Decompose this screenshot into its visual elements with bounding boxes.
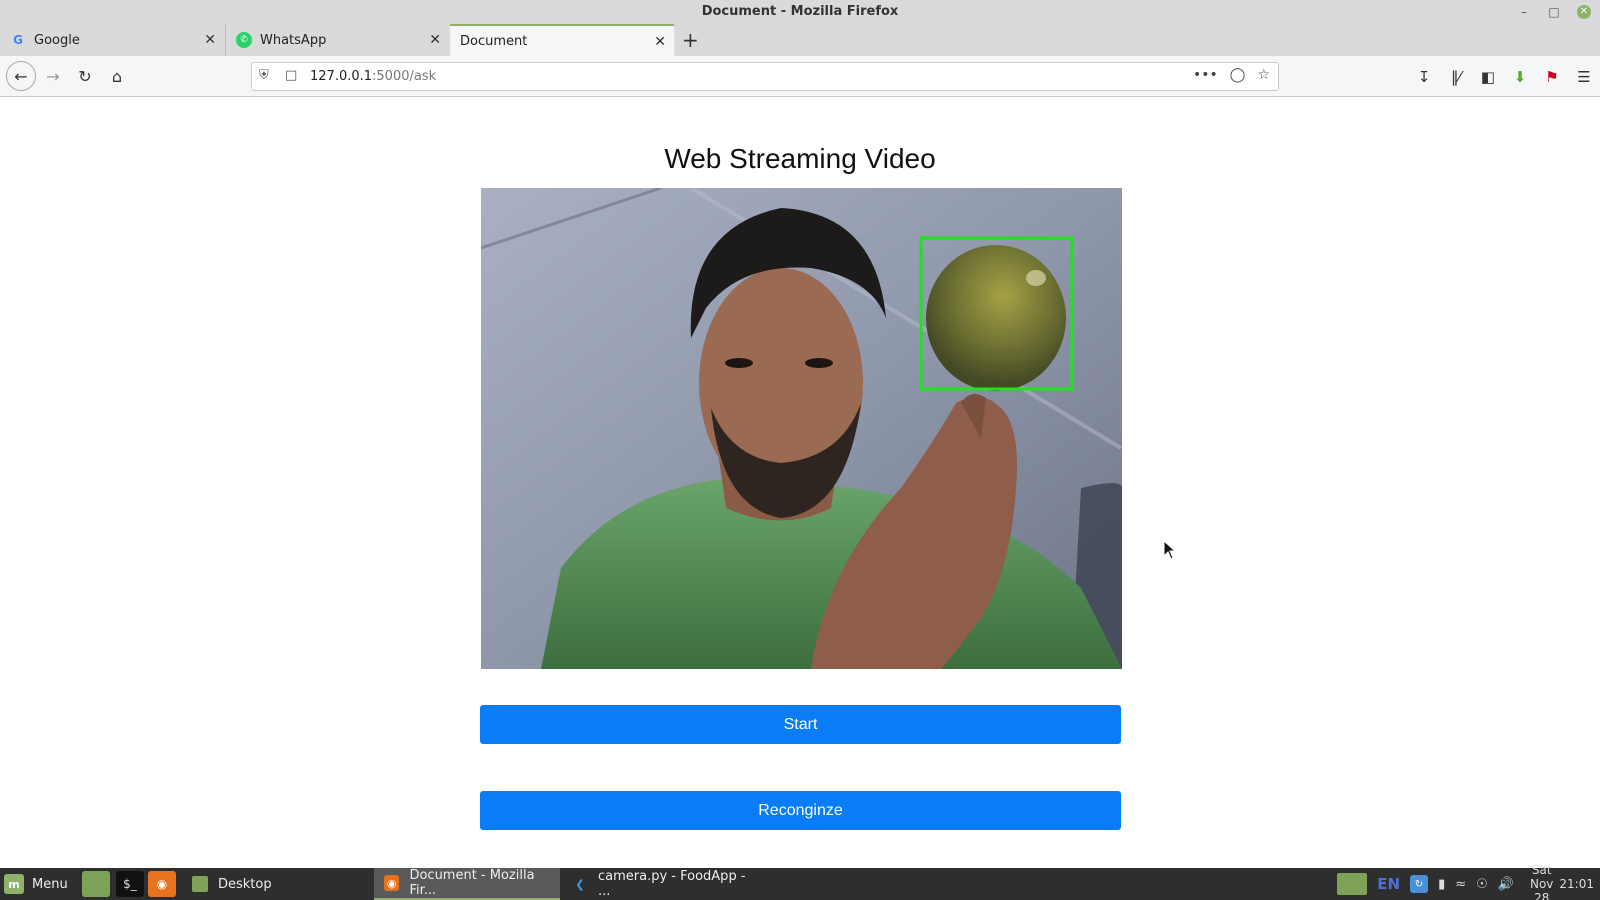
window-titlebar: Document - Mozilla Firefox – □ ✕ — [0, 0, 1600, 24]
more-actions-icon[interactable]: ••• — [1193, 67, 1218, 83]
volume-icon[interactable]: 🔊 — [1498, 877, 1514, 892]
page-icon[interactable]: □ — [285, 68, 297, 83]
page-content: Web Streaming Video Start Reconginze — [0, 97, 1600, 868]
tab-strip: G Google ✕ ✆ WhatsApp ✕ Document ✕ + — [0, 24, 1600, 56]
start-menu-button[interactable]: m Menu — [4, 868, 68, 900]
address-bar[interactable]: ⛨ □ 127.0.0.1:5000/ask ••• ◯ ☆ — [251, 62, 1279, 91]
page-title: Web Streaming Video — [664, 143, 936, 174]
keyboard-layout-indicator[interactable]: EN — [1377, 875, 1400, 893]
firefox-icon: ◉ — [384, 875, 400, 891]
mint-logo-icon: m — [4, 874, 24, 894]
google-icon: G — [13, 33, 23, 47]
folder-icon — [192, 876, 208, 892]
close-tab-icon[interactable]: ✕ — [429, 32, 441, 48]
home-button[interactable]: ⌂ — [104, 63, 130, 89]
url-path: :5000/ask — [372, 69, 437, 84]
home-icon: ⌂ — [111, 66, 123, 86]
window-label: Document - Mozilla Fir... — [409, 868, 535, 898]
taskbar-window-desktop[interactable]: Desktop — [182, 868, 372, 900]
navigation-toolbar: ← → ↻ ⌂ ⛨ □ 127.0.0.1:5000/ask ••• ◯ ☆ ↧… — [0, 56, 1600, 97]
toolbar-icons: ↧ ‖⁄ ◧ ⬇ ⚑ ☰ — [1408, 64, 1600, 90]
mouse-pointer-icon — [1163, 540, 1177, 560]
tab-whatsapp[interactable]: ✆ WhatsApp ✕ — [225, 24, 449, 56]
clock[interactable]: Sat Nov 28 21:01 — [1524, 863, 1594, 900]
close-icon: ✕ — [1577, 5, 1591, 19]
window-title: Document - Mozilla Firefox — [701, 4, 899, 19]
firefox-launcher-icon[interactable]: ◉ — [148, 871, 176, 897]
close-tab-icon[interactable]: ✕ — [204, 32, 216, 48]
pocket-icon[interactable]: ◯ — [1230, 67, 1246, 83]
battery-icon[interactable]: ▮ — [1438, 877, 1445, 892]
forward-button[interactable]: → — [40, 63, 66, 89]
maximize-button[interactable]: □ — [1545, 3, 1563, 21]
menu-label: Menu — [32, 876, 68, 892]
files-launcher-icon[interactable] — [82, 871, 110, 897]
ublock-icon[interactable]: ⚑ — [1536, 64, 1568, 90]
system-tray: EN ↻ ▮ ≈ ☉ 🔊 Sat Nov 28 21:01 — [1337, 863, 1600, 900]
downloads-icon[interactable]: ↧ — [1408, 64, 1440, 90]
wifi-icon[interactable]: ≈ — [1455, 877, 1466, 892]
clock-time: 21:01 — [1559, 877, 1594, 891]
back-button[interactable]: ← — [6, 61, 36, 91]
window-label: Desktop — [218, 876, 272, 892]
update-manager-icon[interactable]: ↻ — [1410, 875, 1429, 893]
close-tab-icon[interactable]: ✕ — [654, 34, 666, 50]
taskbar: m Menu $_ ◉ Desktop ◉ Document - Mozilla… — [0, 863, 1600, 900]
bookmark-star-icon[interactable]: ☆ — [1257, 67, 1270, 83]
clock-date: Sat Nov 28 — [1529, 863, 1554, 900]
video-frame-image — [481, 188, 1122, 669]
menu-icon[interactable]: ☰ — [1568, 64, 1600, 90]
vscode-icon: ❮ — [575, 877, 585, 891]
close-window-button[interactable]: ✕ — [1575, 3, 1593, 21]
tab-document[interactable]: Document ✕ — [450, 24, 674, 56]
terminal-launcher-icon[interactable]: $_ — [116, 871, 144, 897]
sidebar-icon[interactable]: ◧ — [1472, 64, 1504, 90]
tab-label: WhatsApp — [260, 32, 327, 48]
reload-icon: ↻ — [78, 66, 92, 86]
library-icon[interactable]: ‖⁄ — [1440, 64, 1472, 90]
recognize-button[interactable]: Reconginze — [480, 791, 1121, 830]
tab-label: Google — [34, 32, 80, 48]
shield-icon[interactable]: ⛨ — [259, 68, 269, 83]
new-tab-button[interactable]: + — [682, 28, 699, 52]
workspace-icon[interactable] — [1337, 873, 1368, 895]
window-label: camera.py - FoodApp - ... — [598, 869, 746, 899]
url-host: 127.0.0.1 — [310, 69, 373, 84]
start-button[interactable]: Start — [480, 705, 1121, 744]
nvidia-icon[interactable]: ☉ — [1476, 877, 1488, 892]
taskbar-window-vscode[interactable]: ❮ camera.py - FoodApp - ... — [562, 868, 762, 900]
tab-google[interactable]: G Google ✕ — [0, 24, 224, 56]
url-text[interactable]: 127.0.0.1:5000/ask — [310, 69, 436, 84]
video-stream — [481, 188, 1122, 669]
whatsapp-icon: ✆ — [236, 32, 252, 48]
download-manager-icon[interactable]: ⬇ — [1504, 64, 1536, 90]
arrow-right-icon: → — [46, 66, 60, 86]
arrow-left-icon: ← — [14, 66, 28, 86]
tab-label: Document — [460, 33, 528, 49]
reload-button[interactable]: ↻ — [72, 63, 98, 89]
urlbar-actions: ••• ◯ ☆ — [1193, 67, 1270, 83]
minimize-button[interactable]: – — [1515, 3, 1533, 21]
taskbar-window-firefox[interactable]: ◉ Document - Mozilla Fir... — [374, 868, 560, 900]
